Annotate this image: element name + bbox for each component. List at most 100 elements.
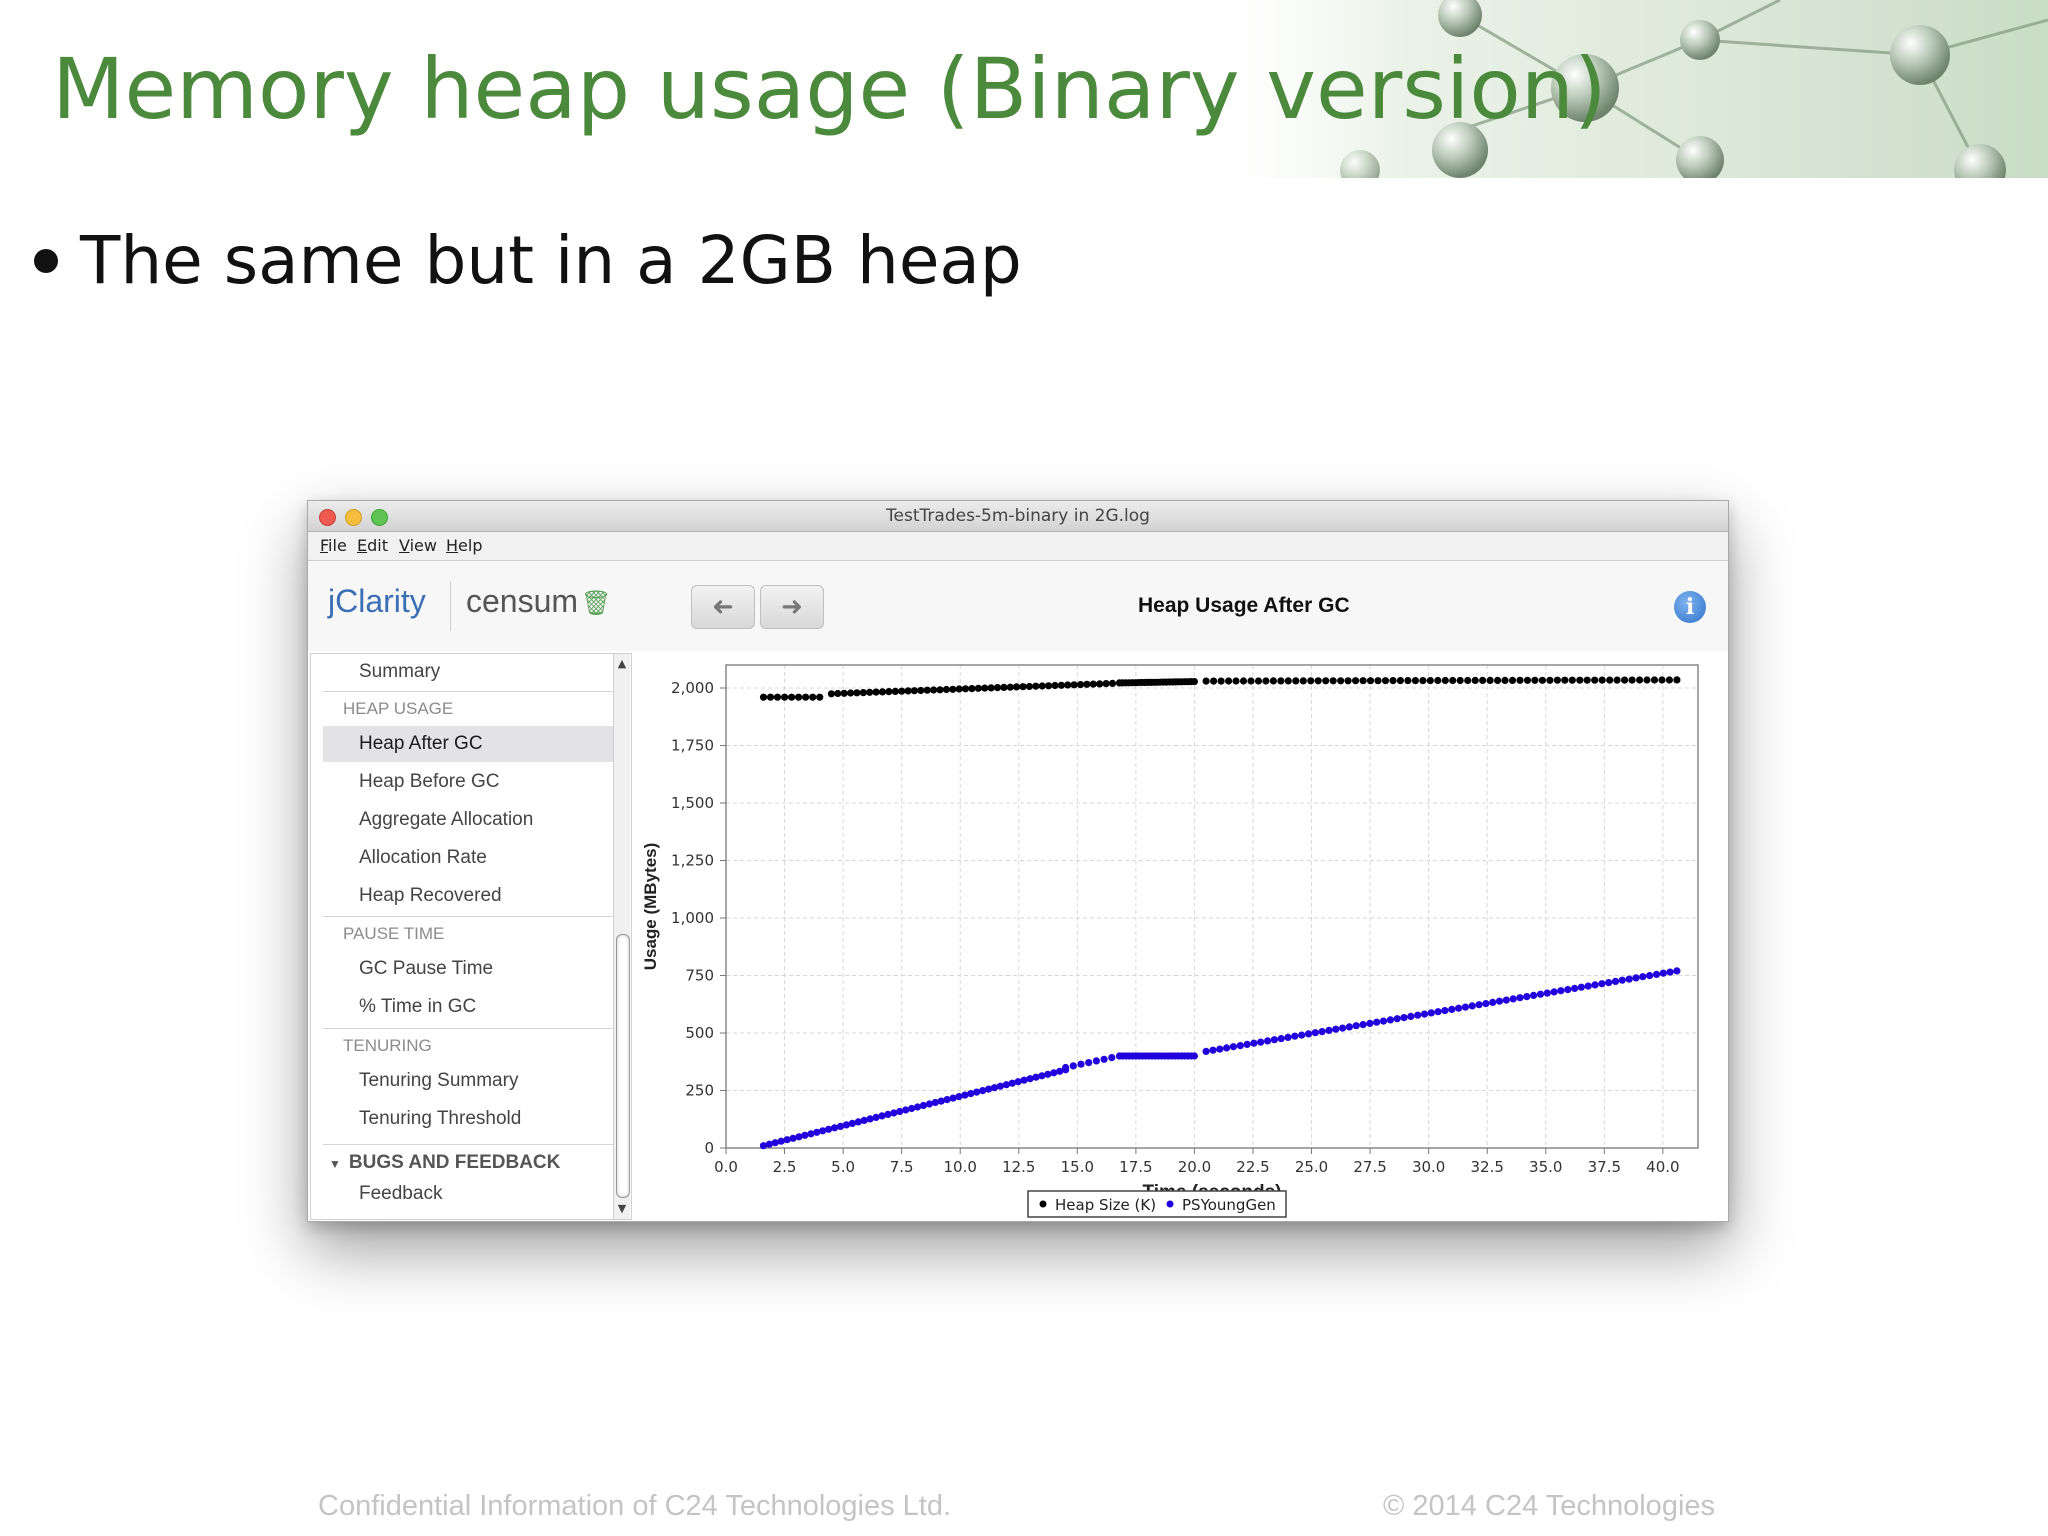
data-point — [987, 684, 995, 692]
data-point — [1666, 968, 1674, 976]
data-point — [1000, 683, 1008, 691]
data-point — [809, 693, 817, 701]
sidebar-item-aggregate-allocation[interactable]: Aggregate Allocation — [323, 802, 617, 838]
sidebar-item-label: GC Pause Time — [359, 958, 494, 979]
data-point — [1475, 1001, 1483, 1009]
data-point — [788, 693, 796, 701]
data-point — [795, 693, 803, 701]
data-point — [1269, 677, 1277, 685]
x-tick-label: 30.0 — [1412, 1158, 1445, 1176]
menu-help[interactable]: Help — [446, 536, 482, 555]
y-tick-label: 0 — [704, 1139, 714, 1157]
menu-file[interactable]: File — [320, 536, 347, 555]
data-point — [1419, 677, 1427, 685]
sidebar: Summary HEAP USAGE Heap After GC Heap Be… — [310, 653, 632, 1220]
x-tick-label: 7.5 — [890, 1158, 914, 1176]
x-tick-label: 25.0 — [1295, 1158, 1328, 1176]
data-point — [1434, 676, 1442, 685]
slide-title: Memory heap usage (Binary version) — [52, 40, 1607, 138]
sidebar-item-heap-before-gc[interactable]: Heap Before GC — [323, 764, 617, 800]
scrollbar-thumb[interactable] — [616, 934, 630, 1198]
data-point — [1373, 1018, 1381, 1026]
sidebar-item-gc-pause-time[interactable]: GC Pause Time — [323, 951, 617, 987]
data-point — [1045, 682, 1053, 690]
data-point — [1250, 1039, 1258, 1047]
scroll-down-arrow-icon[interactable]: ▼ — [614, 1201, 630, 1217]
data-point — [949, 685, 957, 693]
data-point — [943, 1096, 951, 1104]
data-point — [1262, 677, 1270, 685]
jclarity-logo: jClarity — [328, 583, 426, 619]
sidebar-item-heap-recovered[interactable]: Heap Recovered — [323, 878, 617, 914]
sidebar-item-tenuring-summary[interactable]: Tenuring Summary — [323, 1063, 617, 1099]
sidebar-scrollbar[interactable]: ▲ ▼ — [613, 654, 630, 1219]
data-point — [1108, 679, 1117, 687]
info-icon[interactable]: i — [1674, 591, 1706, 623]
data-point — [1070, 681, 1078, 689]
menu-edit[interactable]: Edit — [357, 536, 388, 555]
menu-view[interactable]: View — [399, 536, 437, 555]
data-point — [1366, 1019, 1374, 1027]
sidebar-item-allocation-rate[interactable]: Allocation Rate — [323, 840, 617, 876]
sidebar-item-feedback[interactable]: Feedback — [323, 1176, 617, 1212]
data-point — [1427, 1009, 1435, 1017]
data-point — [896, 1107, 904, 1116]
data-point — [1495, 997, 1504, 1005]
data-point — [1254, 677, 1263, 685]
data-point — [1400, 1014, 1408, 1022]
bullet-item: The same but in a 2GB heap — [34, 222, 1022, 299]
data-point — [1062, 1063, 1070, 1072]
data-point — [923, 686, 931, 694]
data-point — [1019, 683, 1027, 691]
data-point — [878, 688, 887, 696]
data-point — [1489, 998, 1497, 1006]
data-point — [968, 685, 976, 693]
data-point — [1564, 986, 1572, 994]
data-point — [1044, 1070, 1052, 1078]
sidebar-item-label: Feedback — [359, 1183, 443, 1204]
sidebar-item-summary[interactable]: Summary — [323, 654, 617, 690]
data-point — [1448, 1005, 1456, 1013]
data-point — [1639, 973, 1647, 981]
data-point — [1247, 677, 1255, 685]
x-tick-label: 15.0 — [1061, 1158, 1094, 1176]
trash-icon[interactable]: 🗑 — [581, 589, 611, 617]
scroll-up-arrow-icon[interactable]: ▲ — [614, 656, 630, 672]
data-point — [1232, 677, 1240, 685]
data-point — [1337, 677, 1345, 685]
sidebar-item-tenuring-threshold[interactable]: Tenuring Threshold — [323, 1101, 617, 1137]
data-point — [1486, 676, 1494, 684]
y-tick-label: 1,750 — [671, 737, 714, 755]
data-point — [1332, 1025, 1340, 1033]
data-point — [1307, 677, 1315, 685]
data-point — [1523, 676, 1532, 684]
sidebar-item-time-in-gc[interactable]: % Time in GC — [323, 989, 617, 1025]
data-point — [1210, 677, 1218, 685]
back-button[interactable]: ➜ — [691, 585, 755, 629]
data-point — [1420, 1010, 1429, 1018]
data-point — [1606, 676, 1614, 684]
data-point — [802, 693, 810, 701]
sidebar-item-label: % Time in GC — [359, 996, 477, 1017]
data-point — [917, 686, 925, 695]
data-point — [1665, 676, 1673, 684]
data-point — [1352, 1022, 1360, 1030]
x-tick-label: 0.0 — [714, 1158, 738, 1176]
data-point — [1396, 677, 1404, 685]
menu-bar: File Edit View Help — [308, 532, 1728, 561]
data-point — [1025, 682, 1033, 691]
data-point — [1190, 1052, 1198, 1060]
data-point — [872, 1113, 880, 1121]
data-point — [1006, 683, 1014, 691]
data-point — [1217, 677, 1225, 685]
window-titlebar[interactable]: TestTrades-5m-binary in 2G.log — [308, 501, 1728, 532]
data-point — [859, 689, 867, 697]
data-point — [1583, 676, 1591, 684]
sidebar-item-heap-after-gc[interactable]: Heap After GC — [323, 726, 617, 762]
data-point — [1625, 975, 1633, 983]
data-point — [1304, 1030, 1313, 1038]
forward-button[interactable]: ➜ — [760, 585, 824, 629]
data-point — [1407, 1012, 1415, 1020]
x-tick-label: 35.0 — [1529, 1158, 1562, 1176]
sidebar-section-label: BUGS AND FEEDBACK — [348, 1152, 561, 1173]
